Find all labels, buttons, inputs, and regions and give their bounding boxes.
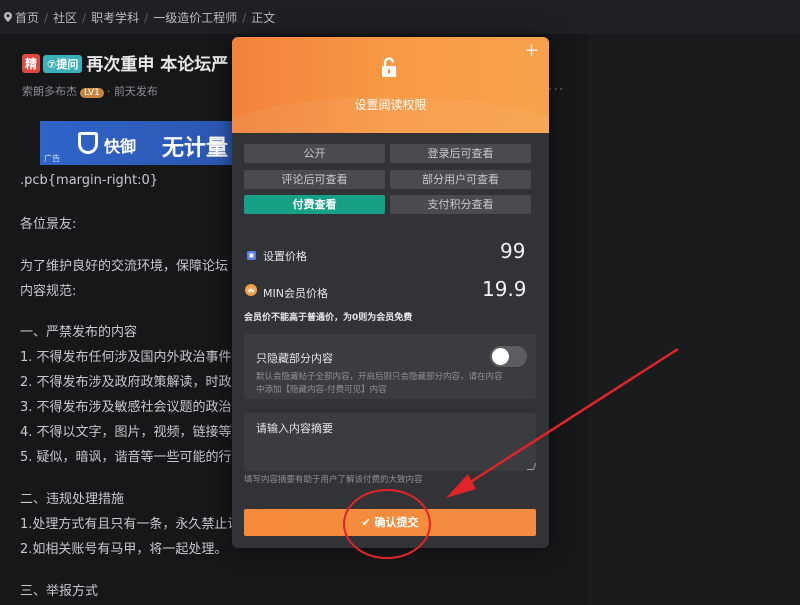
breadcrumb-subject[interactable]: 职考学科 bbox=[91, 11, 139, 25]
section-1-heading: 一、严禁发布的内容 bbox=[20, 325, 138, 340]
modal-title: 设置阅读权限 bbox=[354, 98, 427, 112]
shield-icon bbox=[78, 132, 98, 154]
hide-partial-toggle[interactable] bbox=[490, 346, 527, 367]
member-icon bbox=[245, 284, 257, 296]
breadcrumb-category[interactable]: 一级造价工程师 bbox=[153, 11, 237, 25]
article-title: 精 ⑦提问 再次重申 本论坛严 bbox=[22, 50, 228, 75]
intro-line-2: 内容规范: bbox=[20, 284, 77, 299]
hide-partial-label: 只隐藏部分内容 bbox=[256, 352, 333, 365]
breadcrumb-home[interactable]: 首页 bbox=[15, 11, 39, 25]
tab-public[interactable]: 公开 bbox=[244, 144, 385, 163]
price-icon bbox=[247, 251, 256, 260]
toggle-knob bbox=[492, 348, 509, 365]
tab-points[interactable]: 支付积分查看 bbox=[390, 195, 531, 214]
unlock-icon bbox=[382, 57, 396, 77]
member-price-note: 会员价不能高于普通价，为0则为会员免费 bbox=[244, 313, 413, 323]
summary-hint: 填写内容摘要有助于用户了解该付费的大致内容 bbox=[244, 475, 423, 485]
confirm-submit-button[interactable]: ✔ 确认提交 bbox=[244, 509, 536, 536]
question-badge: ⑦提问 bbox=[43, 55, 83, 73]
rule-2: 2. 不得发布涉及政府政策解读，时政 bbox=[20, 375, 232, 390]
location-pin-icon bbox=[4, 12, 12, 22]
hide-desc-line-2: 中添加【隐藏内容-付费可见】内容 bbox=[256, 385, 387, 395]
tab-comment-required[interactable]: 评论后可查看 bbox=[244, 170, 385, 189]
post-time: · 前天发布 bbox=[106, 85, 158, 98]
breadcrumb: 首页 / 社区 / 职考学科 / 一级造价工程师 / 正文 bbox=[4, 9, 280, 26]
breadcrumb-current: 正文 bbox=[251, 11, 276, 25]
ad-label: 广告 bbox=[44, 154, 60, 163]
rule-5: 5. 疑似，暗讽，谐音等一些可能的行为 bbox=[20, 450, 245, 465]
hide-desc-line-1: 默认会隐藏帖子全部内容，开启后则只会隐藏部分内容，请在内容 bbox=[256, 372, 503, 382]
featured-badge: 精 bbox=[22, 54, 41, 73]
css-line: .pcb{margin-right:0} bbox=[20, 173, 159, 188]
tab-some-users[interactable]: 部分用户可查看 bbox=[390, 170, 531, 189]
article-meta: 索朗多布杰 LV1 · 前天发布 bbox=[22, 83, 158, 99]
ad-banner[interactable]: 快御 无计量 广告 bbox=[40, 121, 240, 165]
level-badge: LV1 bbox=[80, 88, 104, 98]
section-3-heading: 三、举报方式 bbox=[20, 584, 99, 599]
section-2-heading: 二、违规处理措施 bbox=[20, 492, 125, 507]
tab-paid[interactable]: 付费查看 bbox=[244, 195, 385, 214]
member-price-label: MIN会员价格 bbox=[263, 287, 328, 300]
rule-4: 4. 不得以文字，图片，视频，链接等任 bbox=[20, 425, 245, 440]
banner-brand: 快御 bbox=[104, 137, 137, 156]
member-price-value[interactable]: 19.9 bbox=[482, 277, 527, 301]
breadcrumb-community[interactable]: 社区 bbox=[53, 11, 77, 25]
tab-login-required[interactable]: 登录后可查看 bbox=[390, 144, 531, 163]
banner-slogan: 无计量 bbox=[162, 136, 229, 161]
price-value[interactable]: 99 bbox=[500, 239, 525, 263]
rule-6: 1.处理方式有且只有一条，永久禁止访 bbox=[20, 517, 241, 532]
rule-3: 3. 不得发布涉及敏感社会议题的政治 bbox=[20, 400, 232, 415]
rule-7: 2.如相关账号有马甲，将一起处理。 bbox=[20, 542, 228, 557]
article-title-text: 再次重申 本论坛严 bbox=[86, 55, 229, 75]
modal-header: 设置阅读权限 + bbox=[232, 37, 549, 177]
close-icon[interactable]: + bbox=[524, 40, 539, 61]
price-label: 设置价格 bbox=[263, 250, 307, 263]
rule-1: 1. 不得发布任何涉及国内外政治事件、 bbox=[20, 350, 245, 365]
more-options-icon[interactable]: ··· bbox=[548, 82, 564, 98]
author-name[interactable]: 索朗多布杰 bbox=[22, 85, 77, 98]
greeting: 各位景友: bbox=[20, 217, 77, 232]
summary-placeholder: 请输入内容摘要 bbox=[256, 422, 333, 435]
intro-line-1: 为了维护良好的交流环境，保障论坛 bbox=[20, 259, 229, 274]
breadcrumb-bar: 首页 / 社区 / 职考学科 / 一级造价工程师 / 正文 bbox=[0, 0, 800, 34]
read-permission-modal: 设置阅读权限 + 公开 登录后可查看 评论后可查看 部分用户可查看 付费查看 支… bbox=[232, 37, 549, 548]
